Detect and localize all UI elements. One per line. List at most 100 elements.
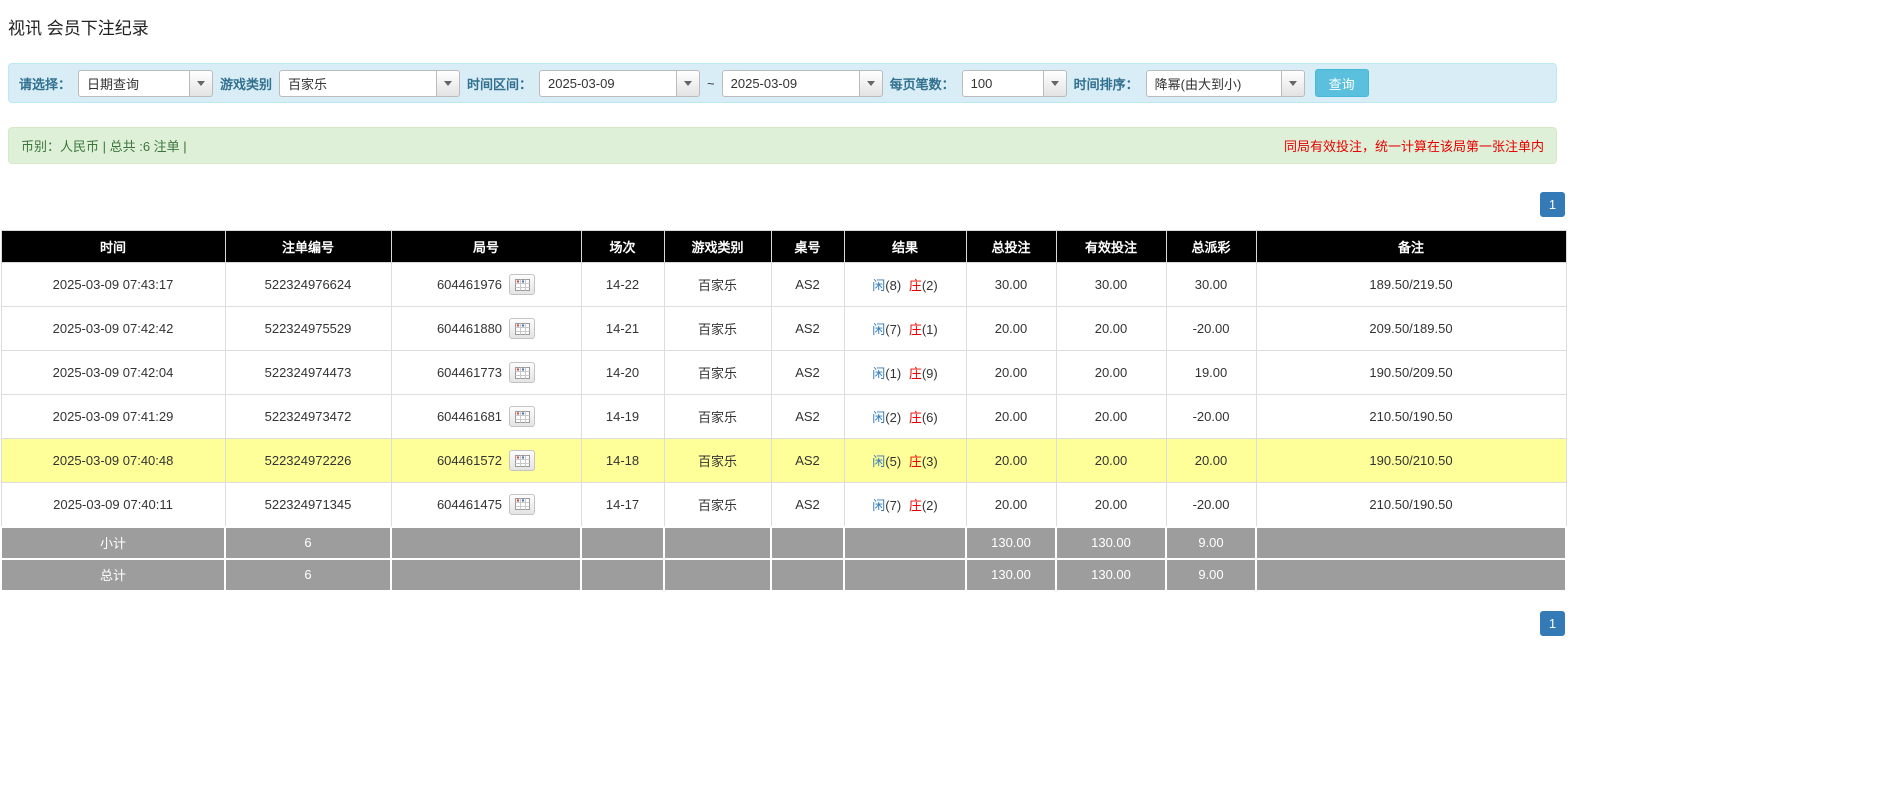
table-row: 2025-03-09 07:40:11 522324971345 6044614… [0, 482, 1567, 527]
cell-valid-bet: 30.00 [1055, 262, 1167, 307]
col-header-valid-bet: 有效投注 [1055, 230, 1167, 263]
subtotal-payout: 9.00 [1165, 525, 1257, 560]
page-1-button[interactable]: 1 [1540, 192, 1565, 217]
page: 视讯 会员下注纪录 请选择： 游戏类别 时间区间： ~ 每页笔数： 时间排序： [0, 0, 1893, 636]
roadmap-icon [514, 366, 530, 379]
result-player-label: 闲 [872, 322, 886, 337]
col-header-round: 局号 [390, 230, 582, 263]
cell-session: 14-18 [580, 438, 665, 483]
result-banker-value: (6) [921, 410, 938, 425]
sort-order-input[interactable] [1145, 69, 1282, 97]
table-header-row: 时间 注单编号 局号 场次 游戏类别 桌号 结果 总投注 有效投注 总派彩 备注 [0, 230, 1567, 263]
cell-bet-id: 522324974473 [224, 350, 392, 395]
cell-table-no: AS2 [770, 438, 845, 483]
page-size-label: 每页笔数： [889, 76, 955, 92]
roadmap-button[interactable] [509, 362, 536, 383]
game-type-combobox [279, 69, 461, 97]
table-row: 2025-03-09 07:43:17 522324976624 6044619… [0, 262, 1567, 307]
cell-table-no: AS2 [770, 262, 845, 307]
date-to-input[interactable] [721, 69, 860, 97]
result-banker-value: (3) [921, 454, 938, 469]
bet-records-table: 时间 注单编号 局号 场次 游戏类别 桌号 结果 总投注 有效投注 总派彩 备注… [0, 230, 1567, 592]
cell-valid-bet: 20.00 [1055, 350, 1167, 395]
select-type-input[interactable] [78, 69, 191, 97]
date-from-input[interactable] [539, 69, 678, 97]
select-type-combobox [78, 69, 214, 97]
select-type-dropdown-button[interactable] [190, 69, 214, 97]
cell-table-no: AS2 [770, 394, 845, 439]
empty-cell [663, 557, 772, 592]
round-number: 604461681 [436, 409, 503, 424]
range-separator: ~ [707, 75, 715, 91]
roadmap-button[interactable] [509, 274, 536, 295]
cell-round: 604461681 [390, 394, 582, 439]
cell-payout: 30.00 [1165, 262, 1257, 307]
subtotal-count: 6 [224, 525, 392, 560]
round-number: 604461976 [436, 277, 503, 292]
cell-total-bet[interactable]: 20.00 [965, 438, 1057, 483]
result-player: 闲(5) [872, 454, 901, 469]
result-banker-value: (9) [921, 366, 938, 381]
round-number: 604461475 [436, 496, 503, 512]
col-header-time: 时间 [0, 230, 226, 263]
result-banker-label: 庄 [908, 366, 922, 381]
game-type-input[interactable] [279, 69, 438, 97]
cell-total-bet[interactable]: 20.00 [965, 482, 1057, 527]
cell-session: 14-22 [580, 262, 665, 307]
chevron-down-icon [684, 80, 693, 86]
table-row: 2025-03-09 07:40:48 522324972226 6044615… [0, 438, 1567, 483]
sort-order-label: 时间排序： [1073, 76, 1139, 92]
result-player-value: (8) [885, 278, 902, 293]
col-header-remark: 备注 [1255, 230, 1567, 263]
cell-result: 闲(8) 庄(2) [843, 262, 967, 307]
query-button[interactable]: 查询 [1314, 69, 1369, 97]
empty-cell [580, 557, 665, 592]
chevron-down-icon [444, 80, 453, 86]
roadmap-button[interactable] [509, 406, 536, 427]
roadmap-icon [514, 322, 530, 335]
subtotal-row: 小计 6 130.00 130.00 9.00 [0, 525, 1567, 560]
roadmap-button[interactable] [509, 318, 536, 339]
result-banker: 庄(2) [909, 278, 938, 293]
roadmap-button[interactable] [509, 450, 536, 471]
page-1-button[interactable]: 1 [1540, 610, 1565, 636]
result-banker-label: 庄 [908, 454, 922, 469]
cell-payout: 19.00 [1165, 350, 1257, 395]
result-banker: 庄(6) [909, 410, 938, 425]
cell-result: 闲(7) 庄(2) [843, 482, 967, 527]
cell-bet-id: 522324976624 [224, 262, 392, 307]
game-type-label: 游戏类别 [220, 76, 273, 92]
empty-cell [1255, 525, 1567, 560]
page-size-dropdown-button[interactable] [1043, 69, 1067, 97]
roadmap-button[interactable] [509, 493, 536, 515]
date-from-dropdown-button[interactable] [677, 69, 701, 97]
table-row: 2025-03-09 07:41:29 522324973472 6044616… [0, 394, 1567, 439]
sort-order-dropdown-button[interactable] [1281, 69, 1305, 97]
chevron-down-icon [1288, 80, 1297, 86]
roadmap-icon [514, 278, 530, 291]
cell-total-bet[interactable]: 20.00 [965, 306, 1057, 351]
total-count: 6 [224, 557, 392, 592]
cell-bet-id: 522324972226 [224, 438, 392, 483]
cell-game-type: 百家乐 [663, 394, 772, 439]
round-number: 604461773 [436, 365, 503, 380]
col-header-result: 结果 [843, 230, 967, 263]
chevron-down-icon [197, 80, 206, 86]
cell-result: 闲(7) 庄(1) [843, 306, 967, 351]
cell-round: 604461572 [390, 438, 582, 483]
page-size-input[interactable] [961, 69, 1044, 97]
result-player-value: (1) [885, 366, 902, 381]
game-type-dropdown-button[interactable] [437, 69, 461, 97]
cell-valid-bet: 20.00 [1055, 438, 1167, 483]
cell-total-bet[interactable]: 20.00 [965, 350, 1057, 395]
cell-session: 14-20 [580, 350, 665, 395]
cell-total-bet[interactable]: 20.00 [965, 394, 1057, 439]
roadmap-icon [514, 498, 530, 511]
total-valid-bet: 130.00 [1055, 557, 1167, 592]
cell-total-bet[interactable]: 30.00 [965, 262, 1057, 307]
total-label: 总计 [0, 557, 226, 592]
result-banker-label: 庄 [908, 410, 922, 425]
result-player: 闲(2) [872, 410, 901, 425]
cell-time: 2025-03-09 07:43:17 [0, 262, 226, 307]
date-to-dropdown-button[interactable] [859, 69, 883, 97]
